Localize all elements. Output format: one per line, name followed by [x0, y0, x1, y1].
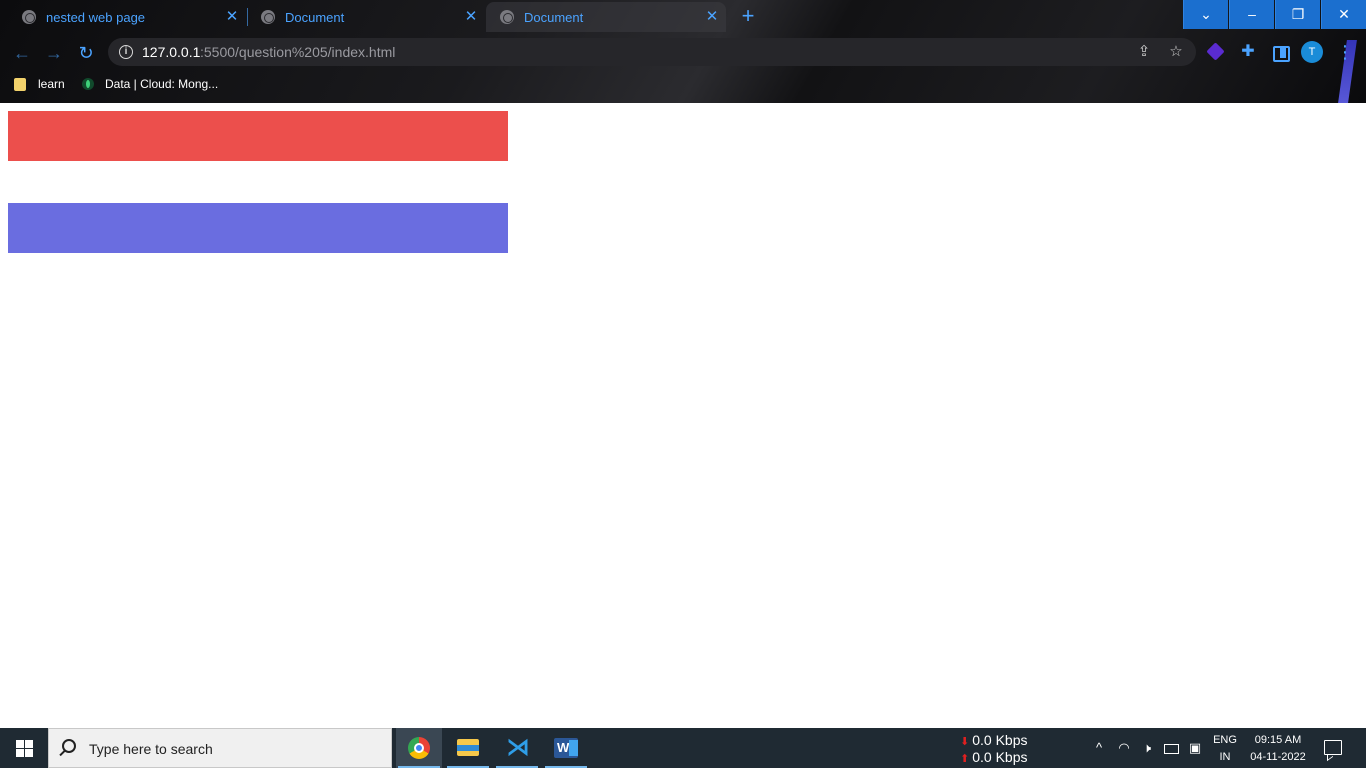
close-window-button[interactable]: ✕ [1321, 0, 1366, 29]
minimize-icon: – [1248, 6, 1256, 22]
taskbar-app-word[interactable]: W [543, 728, 589, 768]
vscode-icon: ⋊ [506, 734, 530, 761]
more-menu-icon[interactable]: ⋮ [1336, 40, 1354, 64]
taskbar-app-chrome[interactable] [396, 728, 442, 768]
wifi-icon[interactable]: ◠ [1115, 738, 1133, 758]
battery-icon[interactable] [1162, 738, 1180, 758]
word-icon: W [554, 738, 578, 758]
taskbar-app-file-explorer[interactable] [445, 728, 491, 768]
globe-icon [261, 10, 275, 24]
close-icon[interactable]: ✕ [463, 9, 479, 25]
new-tab-button[interactable]: + [738, 5, 758, 27]
clock-time: 09:15 AM [1254, 734, 1302, 746]
search-placeholder: Type here to search [89, 741, 213, 757]
browser-chrome: nested web page ✕ Document ✕ Document ✕ … [0, 0, 1366, 103]
file-explorer-icon [457, 739, 479, 756]
globe-icon [22, 10, 36, 24]
tab-nested-web-page[interactable]: nested web page ✕ [8, 2, 246, 32]
bookmark-label: Data | Cloud: Mong... [105, 77, 219, 91]
system-clock[interactable]: 09:15 AM 04-11-2022 [1244, 732, 1312, 766]
mongodb-leaf-icon [82, 78, 94, 90]
address-bar[interactable]: i 127.0.0.1 :5500/question%205/index.htm… [108, 38, 1196, 66]
forward-button[interactable]: → [43, 42, 65, 64]
tab-document[interactable]: Document ✕ [247, 2, 485, 32]
arrow-down-icon: ⬇ [960, 736, 970, 748]
arrow-right-icon: → [45, 43, 63, 63]
side-panel-icon[interactable] [1270, 42, 1290, 62]
close-icon[interactable]: ✕ [224, 9, 240, 25]
bookmark-learn[interactable]: learn [14, 74, 65, 94]
folder-icon [14, 77, 26, 91]
input-language[interactable]: ENG IN [1212, 732, 1238, 766]
upload-speed-value: 0.0 Kbps [972, 749, 1028, 765]
info-icon[interactable]: i [119, 45, 133, 59]
tab-document-active[interactable]: Document ✕ [486, 2, 726, 32]
tab-search-chevron-button[interactable]: ⌄ [1183, 0, 1228, 29]
reload-button[interactable]: ↻ [75, 42, 97, 64]
start-button[interactable] [0, 728, 48, 768]
arrow-up-icon: ⬆ [960, 753, 970, 765]
clock-date: 04-11-2022 [1250, 751, 1306, 763]
restore-icon: ❐ [1291, 6, 1305, 22]
restore-button[interactable]: ❐ [1275, 0, 1320, 29]
taskbar-app-vscode[interactable]: ⋊ [494, 728, 540, 768]
url-path: :5500/question%205/index.html [200, 44, 396, 60]
profile-avatar[interactable]: T [1301, 41, 1323, 63]
meet-now-icon[interactable]: ▣ [1186, 738, 1204, 758]
taskbar-search-box[interactable]: Type here to search [48, 728, 392, 768]
language-code: ENG [1213, 734, 1237, 746]
bookmark-mongodb[interactable]: Data | Cloud: Mong... [82, 74, 218, 94]
taskbar: Type here to search ⋊ W ⬇ 0.0 Kbps ⬆ 0.0 K… [0, 728, 1366, 768]
minimize-button[interactable]: – [1229, 0, 1274, 29]
network-download-speed: ⬇ 0.0 Kbps [960, 732, 1027, 748]
search-icon [62, 739, 76, 753]
show-hidden-icons-chevron-icon[interactable]: ^ [1090, 738, 1108, 758]
url-host: 127.0.0.1 [142, 44, 201, 60]
chevron-down-icon: ⌄ [1200, 6, 1212, 22]
extension-stack-icon[interactable] [1206, 42, 1226, 62]
share-icon[interactable]: ⇪ [1134, 42, 1154, 62]
tab-title: Document [285, 9, 345, 25]
reload-icon: ↻ [78, 43, 94, 63]
extensions-puzzle-icon[interactable]: ✚ [1238, 42, 1258, 62]
page-viewport [0, 103, 1366, 728]
bookmark-label: learn [38, 77, 65, 91]
language-region: IN [1219, 751, 1231, 763]
close-icon: ✕ [1338, 6, 1350, 22]
blue-box [8, 203, 508, 253]
windows-logo-icon [16, 740, 24, 748]
download-speed-value: 0.0 Kbps [972, 732, 1028, 748]
close-icon[interactable]: ✕ [704, 9, 720, 25]
network-upload-speed: ⬆ 0.0 Kbps [960, 749, 1027, 765]
volume-muted-icon[interactable]: 🕨 [1138, 738, 1156, 758]
red-box [8, 111, 508, 161]
notification-center-icon[interactable] [1322, 738, 1344, 758]
tab-title: Document [524, 9, 584, 25]
back-button[interactable]: ← [11, 42, 33, 64]
bookmark-star-icon[interactable]: ☆ [1166, 42, 1186, 62]
tab-title: nested web page [46, 9, 146, 25]
chrome-icon [408, 737, 430, 759]
globe-icon [500, 10, 514, 24]
arrow-left-icon: ← [13, 43, 31, 63]
